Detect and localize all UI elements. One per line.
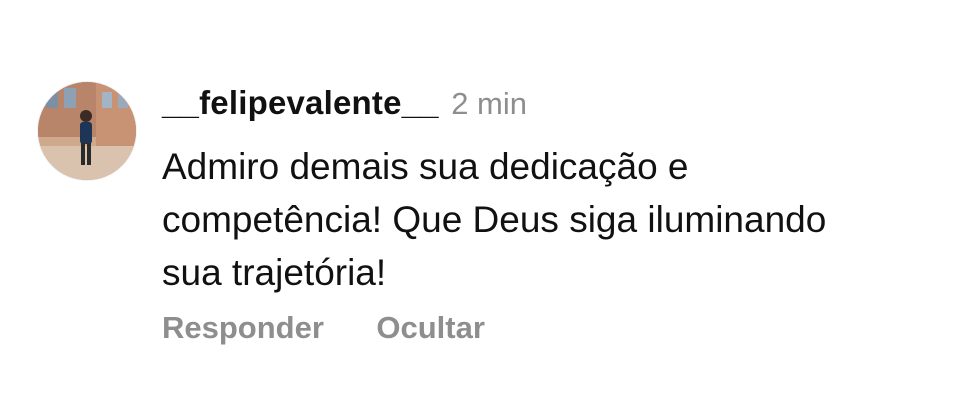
comment-item: __felipevalente__ 2 min Admiro demais su… [0, 0, 980, 420]
comment-header: __felipevalente__ 2 min [162, 84, 527, 128]
hide-button[interactable]: Ocultar [376, 310, 485, 346]
reply-button[interactable]: Responder [162, 310, 324, 346]
avatar[interactable] [38, 82, 136, 180]
profile-photo-icon [38, 82, 136, 180]
comment-actions: Responder Ocultar [162, 310, 485, 354]
comment-text-line: sua trajetória! [162, 252, 387, 293]
comment-text-line: Admiro demais sua dedicação e [162, 146, 689, 187]
comment-text: Admiro demais sua dedicação e competênci… [162, 140, 962, 299]
comment-text-line: competência! Que Deus siga iluminando [162, 199, 827, 240]
comment-timestamp: 2 min [451, 86, 527, 121]
username-link[interactable]: __felipevalente__ [162, 84, 439, 121]
